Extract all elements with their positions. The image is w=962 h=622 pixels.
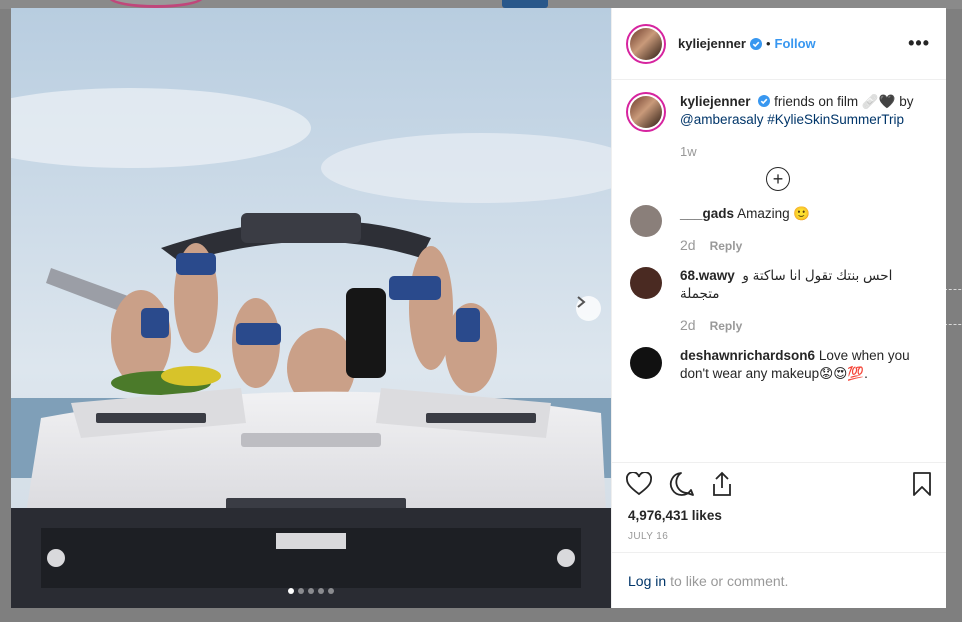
post-sidebar: kyliejenner • Follow ••• kyliejenner fri… <box>611 8 946 608</box>
comment-item: deshawnrichardson6 Love when you don't w… <box>626 347 930 383</box>
post-date[interactable]: JULY 16 <box>612 523 946 552</box>
carousel-dot <box>298 588 304 594</box>
login-link[interactable]: Log in <box>628 573 666 589</box>
carousel-dot <box>288 588 294 594</box>
likes-count[interactable]: 4,976,431 likes <box>612 504 946 523</box>
avatar[interactable] <box>630 347 662 379</box>
post-header: kyliejenner • Follow ••• <box>612 8 946 80</box>
caption-mention-link[interactable]: @amberasaly <box>680 112 764 127</box>
more-options-icon[interactable]: ••• <box>908 33 930 54</box>
verified-badge-icon <box>758 95 771 107</box>
comment-age: 2d <box>680 237 696 253</box>
post-caption: kyliejenner friends on film 🩹🖤 by @amber… <box>626 92 930 132</box>
comment-item: 68.wawy احس بنتك تقول انا ساكتة و متجملة… <box>626 267 930 333</box>
reply-button[interactable]: Reply <box>710 239 743 253</box>
caption-text: kyliejenner friends on film 🩹🖤 by @amber… <box>680 92 914 132</box>
follow-button[interactable]: Follow <box>775 36 816 51</box>
caption-body: friends on film 🩹🖤 by <box>774 94 914 109</box>
avatar[interactable] <box>626 23 666 64</box>
comments-list: kyliejenner friends on film 🩹🖤 by @amber… <box>612 80 946 462</box>
post-modal: kyliejenner • Follow ••• kyliejenner fri… <box>11 8 946 608</box>
caption-username[interactable]: kyliejenner <box>680 94 751 109</box>
background-button <box>502 0 548 8</box>
boat-photo-illustration <box>11 8 611 608</box>
plus-circle-icon: + <box>766 167 790 191</box>
carousel-dot <box>308 588 314 594</box>
next-photo-button[interactable] <box>576 296 601 321</box>
author-username[interactable]: kyliejenner <box>678 36 746 51</box>
login-prompt-text: to like or comment. <box>670 572 789 589</box>
heart-icon[interactable] <box>626 471 652 496</box>
carousel-dot <box>318 588 324 594</box>
share-icon[interactable] <box>710 471 734 497</box>
post-photo[interactable] <box>11 8 611 608</box>
load-more-comments-button[interactable]: + <box>626 167 930 191</box>
comment-username[interactable]: 68.wawy <box>680 268 735 283</box>
carousel-dot <box>328 588 334 594</box>
carousel-indicator <box>11 588 611 594</box>
chevron-right-icon <box>577 296 586 308</box>
action-bar <box>612 462 946 504</box>
avatar[interactable] <box>626 92 666 132</box>
avatar[interactable] <box>630 205 662 237</box>
caption-hashtag-link[interactable]: #KylieSkinSummerTrip <box>767 112 904 127</box>
comment-age: 2d <box>680 317 696 333</box>
modal-next-arrow-area[interactable] <box>944 289 962 325</box>
comment-username[interactable]: deshawnrichardson6 <box>680 348 815 363</box>
comment-text: Amazing 🙂 <box>737 206 811 221</box>
caption-timestamp: 1w <box>680 144 697 159</box>
bookmark-icon[interactable] <box>912 471 932 497</box>
comment-username[interactable]: ___gads <box>680 206 734 221</box>
verified-badge-icon <box>749 37 762 50</box>
reply-button[interactable]: Reply <box>710 319 743 333</box>
comment-icon[interactable] <box>668 471 694 497</box>
comment-item: ___gads Amazing 🙂 2d Reply <box>626 205 930 253</box>
avatar[interactable] <box>630 267 662 299</box>
login-prompt: Log in to like or comment. <box>612 552 946 608</box>
header-separator: • <box>765 36 771 51</box>
